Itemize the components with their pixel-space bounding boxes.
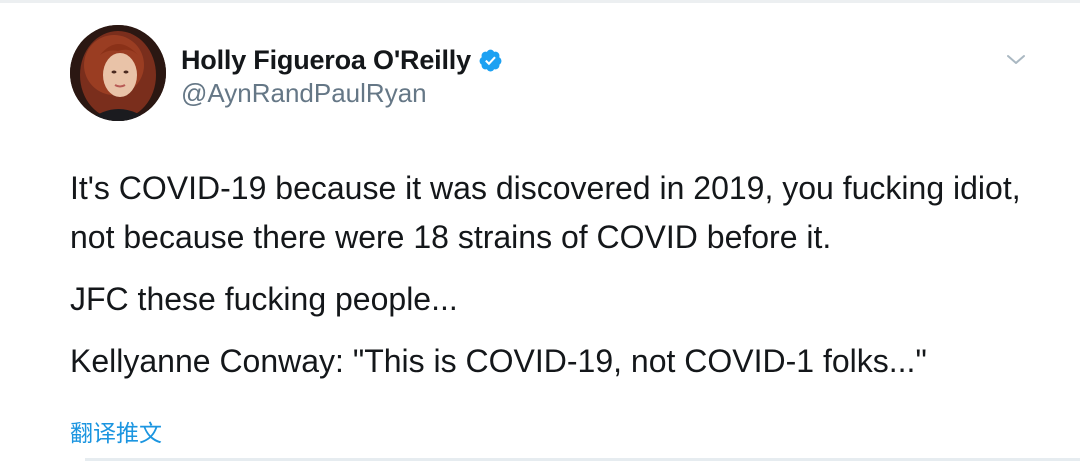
tweet-text: It's COVID-19 because it was discovered … — [70, 164, 1030, 399]
avatar[interactable] — [70, 25, 166, 121]
bottom-divider — [85, 458, 1080, 461]
author-info: Holly Figueroa O'Reilly @AynRandPaulRyan — [181, 43, 503, 109]
display-name[interactable]: Holly Figueroa O'Reilly — [181, 45, 471, 76]
author-name-line: Holly Figueroa O'Reilly — [181, 43, 503, 77]
tweet-paragraph: JFC these fucking people... — [70, 281, 458, 317]
tweet-card: Holly Figueroa O'Reilly @AynRandPaulRyan… — [0, 0, 1080, 464]
translate-tweet-link[interactable]: 翻译推文 — [70, 414, 162, 448]
tweet-paragraph: Kellyanne Conway: "This is COVID-19, not… — [70, 343, 927, 379]
tweet-paragraph: It's COVID-19 because it was discovered … — [70, 170, 1030, 255]
verified-badge-icon — [478, 48, 503, 73]
chevron-down-icon[interactable] — [1004, 50, 1028, 70]
author-handle[interactable]: @AynRandPaulRyan — [181, 78, 503, 109]
